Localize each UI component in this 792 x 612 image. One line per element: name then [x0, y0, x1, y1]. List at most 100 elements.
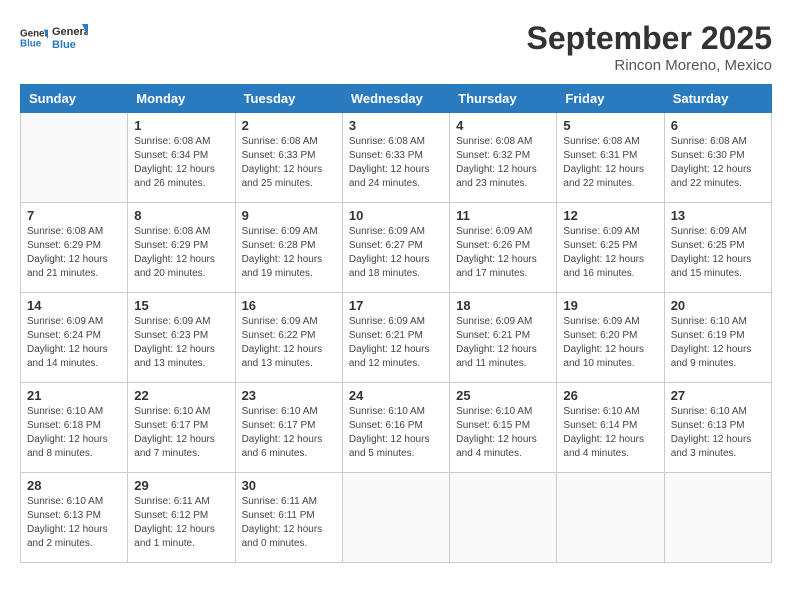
day-number: 2: [242, 118, 336, 133]
day-info: Sunrise: 6:09 AM Sunset: 6:28 PM Dayligh…: [242, 225, 336, 281]
day-number: 10: [349, 208, 443, 223]
day-number: 7: [27, 208, 121, 223]
day-info: Sunrise: 6:08 AM Sunset: 6:30 PM Dayligh…: [671, 135, 765, 191]
day-info: Sunrise: 6:09 AM Sunset: 6:21 PM Dayligh…: [456, 315, 550, 371]
calendar-table: SundayMondayTuesdayWednesdayThursdayFrid…: [20, 84, 772, 563]
day-number: 6: [671, 118, 765, 133]
calendar-cell: 4Sunrise: 6:08 AM Sunset: 6:32 PM Daylig…: [450, 113, 557, 203]
day-number: 9: [242, 208, 336, 223]
day-number: 5: [563, 118, 657, 133]
logo: General Blue General Blue: [20, 20, 88, 56]
day-number: 23: [242, 388, 336, 403]
weekday-header-cell: Monday: [128, 85, 235, 113]
day-number: 3: [349, 118, 443, 133]
calendar-cell: 7 Sunrise: 6:08 AM Sunset: 6:29 PM Daylig…: [21, 203, 128, 293]
day-info: Sunrise: 6:10 AM Sunset: 6:17 PM Dayligh…: [134, 405, 228, 461]
day-number: 17: [349, 298, 443, 313]
day-number: 21: [27, 388, 121, 403]
calendar-cell: 28 Sunrise: 6:10 AM Sunset: 6:13 PM Dayli…: [21, 473, 128, 563]
logo-bird-icon: General Blue: [52, 20, 88, 56]
location: Rincon Moreno, Mexico: [527, 57, 772, 74]
page-header: General Blue General Blue September 2025…: [20, 20, 772, 74]
title-block: September 2025 Rincon Moreno, Mexico: [527, 20, 772, 74]
day-number: 15: [134, 298, 228, 313]
calendar-cell: [342, 473, 449, 563]
calendar-cell: 10Sunrise: 6:09 AM Sunset: 6:27 PM Dayli…: [342, 203, 449, 293]
calendar-cell: 6 Sunrise: 6:08 AM Sunset: 6:30 PM Daylig…: [664, 113, 771, 203]
calendar-week-row: 21 Sunrise: 6:10 AM Sunset: 6:18 PM Dayli…: [21, 383, 772, 473]
calendar-cell: 14 Sunrise: 6:09 AM Sunset: 6:24 PM Dayli…: [21, 293, 128, 383]
calendar-week-row: 1 Sunrise: 6:08 AM Sunset: 6:34 PM Daylig…: [21, 113, 772, 203]
day-number: 27: [671, 388, 765, 403]
day-number: 30: [242, 478, 336, 493]
day-info: Sunrise: 6:10 AM Sunset: 6:13 PM Dayligh…: [27, 495, 121, 551]
day-info: Sunrise: 6:08 AM Sunset: 6:29 PM Dayligh…: [27, 225, 121, 281]
svg-text:General: General: [52, 26, 88, 38]
day-info: Sunrise: 6:09 AM Sunset: 6:24 PM Dayligh…: [27, 315, 121, 371]
calendar-cell: 30 Sunrise: 6:11 AM Sunset: 6:11 PM Dayli…: [235, 473, 342, 563]
day-info: Sunrise: 6:09 AM Sunset: 6:21 PM Dayligh…: [349, 315, 443, 371]
weekday-header-row: SundayMondayTuesdayWednesdayThursdayFrid…: [21, 85, 772, 113]
day-info: Sunrise: 6:08 AM Sunset: 6:29 PM Dayligh…: [134, 225, 228, 281]
weekday-header-cell: Wednesday: [342, 85, 449, 113]
calendar-cell: 5 Sunrise: 6:08 AM Sunset: 6:31 PM Daylig…: [557, 113, 664, 203]
day-info: Sunrise: 6:09 AM Sunset: 6:26 PM Dayligh…: [456, 225, 550, 281]
calendar-cell: [21, 113, 128, 203]
day-info: Sunrise: 6:10 AM Sunset: 6:15 PM Dayligh…: [456, 405, 550, 461]
calendar-cell: 16 Sunrise: 6:09 AM Sunset: 6:22 PM Dayli…: [235, 293, 342, 383]
day-info: Sunrise: 6:09 AM Sunset: 6:25 PM Dayligh…: [563, 225, 657, 281]
day-info: Sunrise: 6:10 AM Sunset: 6:13 PM Dayligh…: [671, 405, 765, 461]
weekday-header-cell: Sunday: [21, 85, 128, 113]
day-info: Sunrise: 6:09 AM Sunset: 6:20 PM Dayligh…: [563, 315, 657, 371]
calendar-cell: 3Sunrise: 6:08 AM Sunset: 6:33 PM Daylig…: [342, 113, 449, 203]
weekday-header-cell: Saturday: [664, 85, 771, 113]
calendar-cell: 20 Sunrise: 6:10 AM Sunset: 6:19 PM Dayli…: [664, 293, 771, 383]
day-number: 28: [27, 478, 121, 493]
day-number: 20: [671, 298, 765, 313]
calendar-cell: 21 Sunrise: 6:10 AM Sunset: 6:18 PM Dayli…: [21, 383, 128, 473]
weekday-header-cell: Thursday: [450, 85, 557, 113]
day-number: 11: [456, 208, 550, 223]
calendar-cell: [664, 473, 771, 563]
calendar-cell: 25Sunrise: 6:10 AM Sunset: 6:15 PM Dayli…: [450, 383, 557, 473]
calendar-cell: 27 Sunrise: 6:10 AM Sunset: 6:13 PM Dayli…: [664, 383, 771, 473]
day-number: 24: [349, 388, 443, 403]
calendar-week-row: 28 Sunrise: 6:10 AM Sunset: 6:13 PM Dayli…: [21, 473, 772, 563]
day-info: Sunrise: 6:08 AM Sunset: 6:32 PM Dayligh…: [456, 135, 550, 191]
month-title: September 2025: [527, 20, 772, 57]
calendar-cell: 13Sunrise: 6:09 AM Sunset: 6:25 PM Dayli…: [664, 203, 771, 293]
calendar-cell: [557, 473, 664, 563]
weekday-header-cell: Friday: [557, 85, 664, 113]
day-info: Sunrise: 6:10 AM Sunset: 6:17 PM Dayligh…: [242, 405, 336, 461]
day-number: 14: [27, 298, 121, 313]
calendar-cell: 2Sunrise: 6:08 AM Sunset: 6:33 PM Daylig…: [235, 113, 342, 203]
day-number: 18: [456, 298, 550, 313]
day-info: Sunrise: 6:10 AM Sunset: 6:18 PM Dayligh…: [27, 405, 121, 461]
day-info: Sunrise: 6:09 AM Sunset: 6:23 PM Dayligh…: [134, 315, 228, 371]
calendar-cell: 18 Sunrise: 6:09 AM Sunset: 6:21 PM Dayli…: [450, 293, 557, 383]
day-info: Sunrise: 6:10 AM Sunset: 6:14 PM Dayligh…: [563, 405, 657, 461]
day-info: Sunrise: 6:10 AM Sunset: 6:19 PM Dayligh…: [671, 315, 765, 371]
day-number: 16: [242, 298, 336, 313]
day-number: 19: [563, 298, 657, 313]
day-info: Sunrise: 6:11 AM Sunset: 6:11 PM Dayligh…: [242, 495, 336, 551]
day-info: Sunrise: 6:08 AM Sunset: 6:31 PM Dayligh…: [563, 135, 657, 191]
day-number: 1: [134, 118, 228, 133]
day-number: 8: [134, 208, 228, 223]
day-info: Sunrise: 6:09 AM Sunset: 6:22 PM Dayligh…: [242, 315, 336, 371]
calendar-body: 1 Sunrise: 6:08 AM Sunset: 6:34 PM Daylig…: [21, 113, 772, 563]
calendar-cell: 23 Sunrise: 6:10 AM Sunset: 6:17 PM Dayli…: [235, 383, 342, 473]
svg-text:Blue: Blue: [52, 39, 76, 51]
day-number: 22: [134, 388, 228, 403]
calendar-week-row: 7 Sunrise: 6:08 AM Sunset: 6:29 PM Daylig…: [21, 203, 772, 293]
day-info: Sunrise: 6:08 AM Sunset: 6:34 PM Dayligh…: [134, 135, 228, 191]
day-number: 29: [134, 478, 228, 493]
day-number: 12: [563, 208, 657, 223]
calendar-cell: 12 Sunrise: 6:09 AM Sunset: 6:25 PM Dayli…: [557, 203, 664, 293]
logo-icon: General Blue: [20, 24, 48, 52]
day-info: Sunrise: 6:11 AM Sunset: 6:12 PM Dayligh…: [134, 495, 228, 551]
day-info: Sunrise: 6:10 AM Sunset: 6:16 PM Dayligh…: [349, 405, 443, 461]
calendar-cell: 9 Sunrise: 6:09 AM Sunset: 6:28 PM Daylig…: [235, 203, 342, 293]
day-number: 13: [671, 208, 765, 223]
calendar-cell: 22 Sunrise: 6:10 AM Sunset: 6:17 PM Dayli…: [128, 383, 235, 473]
